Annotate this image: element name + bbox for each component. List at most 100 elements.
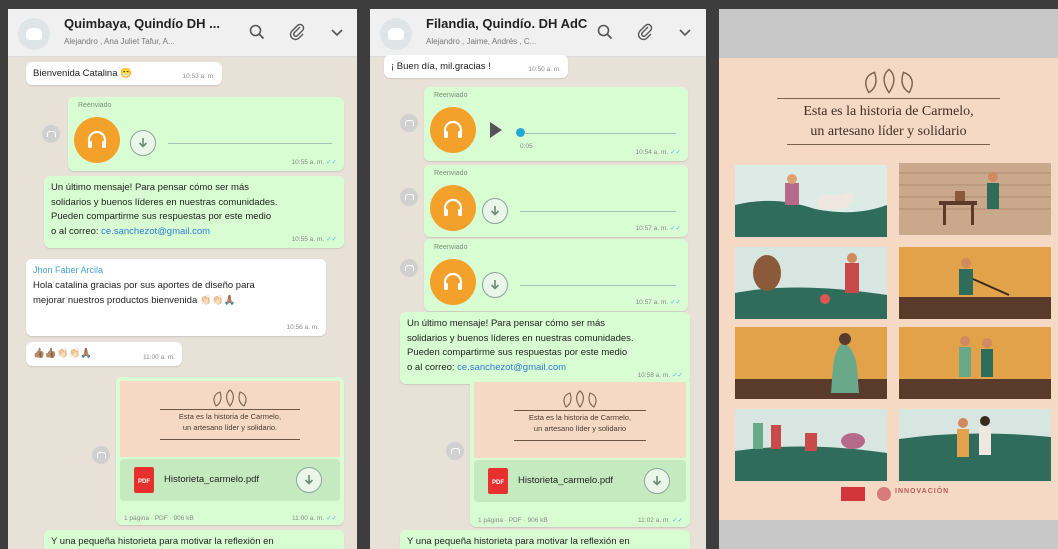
audio-duration: 0:05 <box>520 143 533 150</box>
audio-message[interactable]: Reenviado 10:55 a. m. ✓✓ <box>68 97 344 171</box>
message-time: 10:55 a. m. ✓✓ <box>291 235 337 243</box>
chat-window-filandia: Filandia, Quindío. DH AdC Alejandro , Ja… <box>370 9 706 549</box>
download-icon[interactable] <box>296 467 322 493</box>
message-text: Y una pequeña historieta para motivar la… <box>51 536 274 547</box>
forward-icon[interactable] <box>400 259 418 277</box>
audio-message-2[interactable]: Reenviado 10:57 a. m. ✓✓ <box>424 165 688 237</box>
pdf-file-name: Historieta_carmelo.pdf <box>164 474 260 485</box>
message-prefix: o al correo: <box>407 362 458 374</box>
audio-track[interactable] <box>520 211 676 212</box>
message-reply[interactable]: Jhon Faber Arcila Hola catalina gracias … <box>26 259 326 336</box>
group-avatar[interactable] <box>380 18 412 50</box>
message-time: 10:57 a. m. ✓✓ <box>635 224 681 232</box>
audio-track[interactable] <box>520 285 676 286</box>
download-icon[interactable] <box>130 130 156 156</box>
forwarded-label: Reenviado <box>434 170 468 177</box>
message-line-2: solidarios y buenos líderes en nuestras … <box>407 332 634 344</box>
pdf-file-row[interactable]: PDF Historieta_carmelo.pdf <box>120 459 340 501</box>
message-time: 11:00 a. m. ✓✓ <box>292 515 337 522</box>
forward-icon[interactable] <box>42 125 60 143</box>
message-line-2: mejorar nuestros productos bienvenida 👏🏻… <box>33 294 236 306</box>
attach-icon[interactable] <box>288 23 306 41</box>
pdf-message[interactable]: Esta es la historia de Carmelo, un artesa… <box>470 378 690 527</box>
forward-icon[interactable] <box>400 114 418 132</box>
message-time: 11:02 a. m. ✓✓ <box>638 517 683 524</box>
comic-panel-4 <box>899 247 1051 319</box>
pdf-thumbnail[interactable]: Esta es la historia de Carmelo, un artesa… <box>474 382 686 458</box>
pdf-meta: 1 página · PDF · 906 kB <box>124 515 194 522</box>
search-icon[interactable] <box>596 23 614 41</box>
forward-icon[interactable] <box>400 188 418 206</box>
message-time: 10:53 a. m. <box>182 72 215 80</box>
chat-header[interactable]: Quimbaya, Quindío DH ... Alejandro , Ana… <box>8 9 357 57</box>
pdf-file-name: Historieta_carmelo.pdf <box>518 475 614 486</box>
comic-panel-8 <box>899 409 1051 481</box>
message-prefix: o al correo: <box>51 226 102 238</box>
comic-panel-1 <box>735 165 887 237</box>
message-line-1: Un último mensaje! Para pensar cómo ser … <box>51 182 249 193</box>
pdf-thumbnail[interactable]: Esta es la historia de Carmelo, un artesa… <box>120 381 340 457</box>
thumb-title: Esta es la historia de Carmelo, un artesa… <box>178 412 282 433</box>
download-icon[interactable] <box>482 198 508 224</box>
message-text: Bienvenida Catalina 😁 <box>33 68 132 79</box>
audio-track[interactable] <box>168 143 332 144</box>
headphones-icon <box>74 117 120 163</box>
message-greeting[interactable]: ¡ Buen día, mil.gracias ! 10:50 a. m. <box>384 55 568 78</box>
audio-message-1[interactable]: Reenviado 0:05 10:54 a. m. ✓✓ <box>424 87 688 161</box>
innovation-logo-icon <box>877 487 891 501</box>
message-time: 11:00 a. m. <box>142 353 175 361</box>
message-emoji[interactable]: 👍🏽👍🏽👏🏻👏🏻🙏🏽 11:00 a. m. <box>26 342 182 366</box>
chat-participants: Alejandro , Jaime, Andrés , C... <box>426 37 537 46</box>
search-icon[interactable] <box>248 23 266 41</box>
comic-panel-5 <box>735 327 887 399</box>
pdf-file-row[interactable]: PDF Historieta_carmelo.pdf <box>474 460 686 502</box>
forwarded-label: Reenviado <box>434 92 468 99</box>
message-time: 10:54 a. m. ✓✓ <box>635 148 681 156</box>
audio-message-3[interactable]: Reenviado 10:57 a. m. ✓✓ <box>424 239 688 311</box>
message-text: Y una pequeña historieta para motivar la… <box>407 536 630 547</box>
pdf-icon: PDF <box>134 467 154 493</box>
message-text: ¡ Buen día, mil.gracias ! <box>391 61 491 72</box>
pdf-meta: 1 página · PDF · 906 kB <box>478 517 548 524</box>
text-message-bottom[interactable]: Y una pequeña historieta para motivar la… <box>400 530 690 549</box>
attach-icon[interactable] <box>636 23 654 41</box>
sender-name[interactable]: Jhon Faber Arcila <box>33 264 319 278</box>
message-line-1: Hola catalina gracias por sus aportes de… <box>33 279 255 291</box>
download-icon[interactable] <box>482 272 508 298</box>
poster-title: Esta es la historia de Carmelo, un artesa… <box>803 104 974 139</box>
chat-window-quimbaya: Quimbaya, Quindío DH ... Alejandro , Ana… <box>8 9 357 549</box>
message-line-1: Un último mensaje! Para pensar cómo ser … <box>407 318 605 329</box>
headphones-icon <box>430 107 476 153</box>
headphones-icon <box>430 185 476 231</box>
flower-logo-icon <box>563 390 597 408</box>
message-welcome[interactable]: Bienvenida Catalina 😁 10:53 a. m. <box>26 62 222 85</box>
forward-icon[interactable] <box>446 442 464 460</box>
thumb-title: Esta es la historia de Carmelo, un artesa… <box>528 413 632 434</box>
play-icon[interactable] <box>490 122 502 138</box>
chat-header[interactable]: Filandia, Quindío. DH AdC Alejandro , Ja… <box>370 9 706 57</box>
text-message-email[interactable]: Un último mensaje! Para pensar cómo ser … <box>400 312 690 384</box>
pdf-message[interactable]: Esta es la historia de Carmelo, un artesa… <box>116 377 344 525</box>
forward-icon[interactable] <box>92 446 110 464</box>
chevron-down-icon[interactable] <box>676 23 694 41</box>
headphones-icon <box>430 259 476 305</box>
chat-participants: Alejandro , Ana Juliet Tafur, A... <box>64 37 175 46</box>
email-link[interactable]: ce.sanchezot@gmail.com <box>101 226 210 237</box>
message-time: 10:57 a. m. ✓✓ <box>635 298 681 306</box>
audio-track[interactable] <box>524 133 676 134</box>
message-time: 10:56 a. m. <box>286 323 319 331</box>
message-line-2: solidarios y buenos líderes en nuestras … <box>51 196 278 208</box>
flower-logo-icon <box>213 389 247 407</box>
email-link[interactable]: ce.sanchezot@gmail.com <box>457 362 566 373</box>
comic-panel-3 <box>735 247 887 319</box>
pdf-icon: PDF <box>488 468 508 494</box>
download-icon[interactable] <box>644 468 670 494</box>
chat-title: Filandia, Quindío. DH AdC <box>426 16 588 31</box>
group-avatar[interactable] <box>18 18 50 50</box>
text-message-email[interactable]: Un último mensaje! Para pensar cómo ser … <box>44 176 344 248</box>
message-text: 👍🏽👍🏽👏🏻👏🏻🙏🏽 <box>33 348 93 359</box>
innovation-logo-text: INNOVACIÓN <box>895 488 950 495</box>
brand-logo-red <box>841 487 865 501</box>
chevron-down-icon[interactable] <box>328 23 346 41</box>
text-message-bottom[interactable]: Y una pequeña historieta para motivar la… <box>44 530 344 549</box>
